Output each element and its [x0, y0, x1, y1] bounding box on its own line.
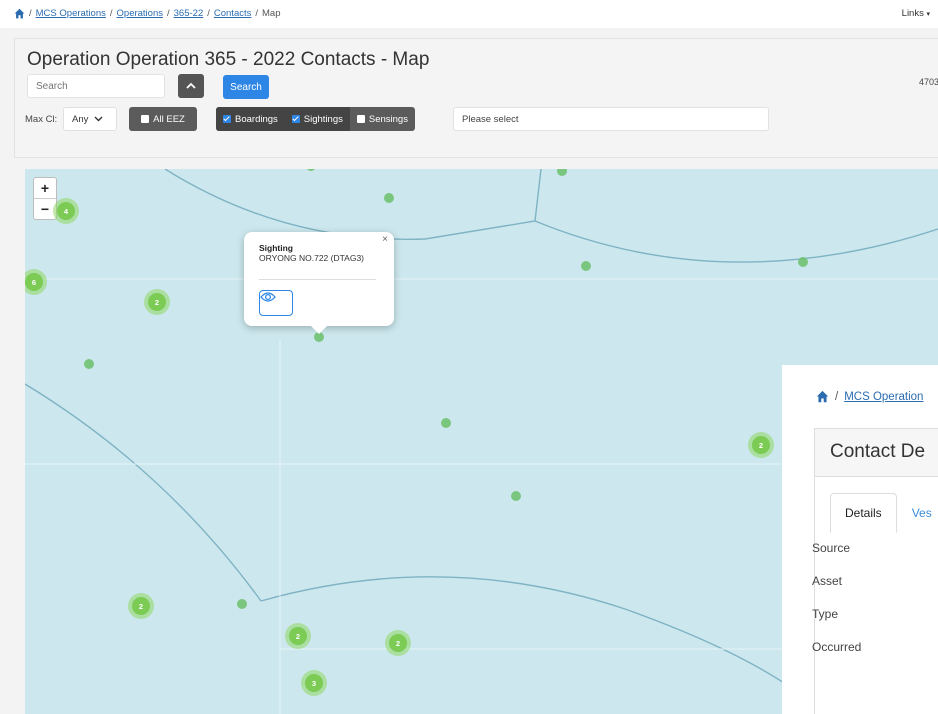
- tab-details[interactable]: Details: [830, 493, 897, 533]
- breadcrumb-mcs-operations[interactable]: MCS Operations: [36, 8, 106, 19]
- toggle-sightings[interactable]: Sightings: [284, 107, 350, 131]
- links-dropdown[interactable]: Links ▾: [902, 8, 930, 19]
- map-cluster[interactable]: 2: [144, 289, 170, 315]
- links-label: Links: [901, 8, 924, 19]
- max-cl-select[interactable]: Any: [63, 107, 117, 131]
- please-select-dropdown[interactable]: Please select: [453, 107, 769, 131]
- field-occurred-label: Occurred: [812, 640, 862, 654]
- breadcrumb-contacts[interactable]: Contacts: [214, 8, 252, 19]
- toggle-boardings-label: Boardings: [235, 113, 278, 125]
- field-type-label: Type: [812, 607, 839, 621]
- detail-tabs: Details Ves: [830, 493, 938, 533]
- detail-breadcrumb: / MCS Operation: [816, 390, 923, 403]
- map-cluster[interactable]: 4: [53, 198, 79, 224]
- chevron-up-icon: [186, 82, 196, 89]
- search-button[interactable]: Search: [223, 75, 269, 99]
- cluster-count: 2: [389, 634, 407, 652]
- map-point[interactable]: [581, 261, 591, 271]
- chevron-down-icon: [94, 116, 103, 122]
- home-icon[interactable]: [816, 390, 829, 403]
- all-eez-toggle[interactable]: All EEZ: [129, 107, 197, 131]
- detail-fields: Source Asset Type Occurred: [812, 541, 861, 673]
- cluster-count: 2: [148, 293, 166, 311]
- breadcrumb-bar: / MCS Operations / Operations / 365-22 /…: [0, 0, 938, 28]
- map-point[interactable]: [237, 599, 247, 609]
- please-select-placeholder: Please select: [462, 113, 519, 125]
- breadcrumb-operations[interactable]: Operations: [117, 8, 163, 19]
- cluster-count: 2: [289, 627, 307, 645]
- home-icon[interactable]: [14, 8, 25, 19]
- map-point[interactable]: [511, 491, 521, 501]
- cluster-count: 4: [57, 202, 75, 220]
- map-point[interactable]: [441, 418, 451, 428]
- max-cl-label: Max Cl:: [25, 114, 58, 125]
- popup-close-button[interactable]: ×: [382, 234, 388, 245]
- caret-down-icon: ▾: [926, 11, 930, 18]
- breadcrumb: / MCS Operations / Operations / 365-22 /…: [14, 8, 281, 19]
- map-point[interactable]: [384, 193, 394, 203]
- map-cluster[interactable]: 2: [128, 593, 154, 619]
- cluster-count: 3: [305, 674, 323, 692]
- cluster-count: 2: [132, 597, 150, 615]
- map-cluster[interactable]: 2: [748, 432, 774, 458]
- contact-type-toggles: Boardings Sightings Sensings: [216, 107, 415, 131]
- map-point[interactable]: [798, 257, 808, 267]
- view-button[interactable]: [259, 290, 293, 316]
- detail-breadcrumb-mcs-operations[interactable]: MCS Operation: [844, 391, 923, 403]
- toggle-sightings-label: Sightings: [303, 113, 343, 125]
- toggle-boardings[interactable]: Boardings: [216, 107, 285, 131]
- map-cluster[interactable]: 3: [301, 670, 327, 696]
- search-input[interactable]: [27, 74, 165, 98]
- popup-divider: [259, 279, 376, 280]
- tab-vessel[interactable]: Ves: [897, 493, 938, 533]
- checkbox-icon: [356, 115, 365, 123]
- popup-title: Sighting: [259, 243, 293, 253]
- all-eez-label: All EEZ: [153, 113, 185, 125]
- contact-detail-overlay: / MCS Operation Contact De Details Ves S…: [782, 365, 938, 714]
- eye-icon: [260, 292, 276, 302]
- checkbox-checked-icon: [223, 115, 231, 123]
- breadcrumb-operation-id[interactable]: 365-22: [174, 8, 204, 19]
- page-title: Operation Operation 365 - 2022 Contacts …: [27, 49, 430, 70]
- cluster-count: 6: [25, 273, 43, 291]
- checkbox-checked-icon: [291, 115, 300, 123]
- contact-details-title: Contact De: [815, 429, 938, 477]
- map-cluster[interactable]: 2: [285, 623, 311, 649]
- field-asset-label: Asset: [812, 574, 843, 588]
- checkbox-icon: [141, 115, 150, 123]
- map-point[interactable]: [84, 359, 94, 369]
- breadcrumb-current: Map: [262, 8, 281, 19]
- max-cl-value: Any: [72, 113, 89, 125]
- map-cluster[interactable]: 2: [385, 630, 411, 656]
- contact-popup: × Sighting ORYONG NO.722 (DTAG3): [244, 232, 394, 334]
- cluster-count: 2: [752, 436, 770, 454]
- popup-vessel-name: ORYONG NO.722 (DTAG3): [259, 253, 365, 263]
- filter-panel: Operation Operation 365 - 2022 Contacts …: [14, 38, 938, 158]
- result-count: 4703: [918, 77, 938, 87]
- zoom-in-button[interactable]: +: [34, 178, 56, 198]
- collapse-button[interactable]: [178, 74, 204, 98]
- toggle-sensings-label: Sensings: [368, 113, 408, 125]
- field-source-label: Source: [812, 541, 851, 555]
- toggle-sensings[interactable]: Sensings: [350, 107, 415, 131]
